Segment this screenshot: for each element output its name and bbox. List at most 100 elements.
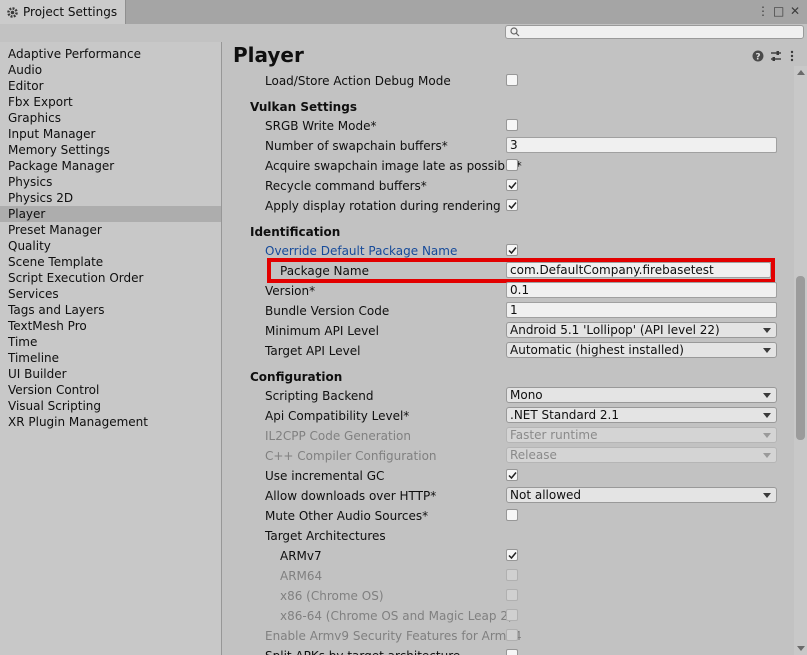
- sidebar-item-audio[interactable]: Audio: [0, 62, 221, 78]
- apply-display-rotation-checkbox[interactable]: [506, 199, 518, 211]
- gear-icon: [7, 6, 18, 18]
- title-bar: Project Settings ⋮ □ ✕: [0, 0, 807, 24]
- sidebar-item-preset-manager[interactable]: Preset Manager: [0, 222, 221, 238]
- sidebar-item-physics[interactable]: Physics: [0, 174, 221, 190]
- package-name-highlight-box: [267, 258, 775, 283]
- help-icon[interactable]: ?: [752, 50, 764, 62]
- armv7-checkbox[interactable]: [506, 549, 518, 561]
- sidebar-item-timeline[interactable]: Timeline: [0, 350, 221, 366]
- x86-chrome-os-label: x86 (Chrome OS): [280, 589, 384, 603]
- sidebar-item-player[interactable]: Player: [0, 206, 221, 222]
- api-compatibility-level-value: .NET Standard 2.1: [510, 408, 620, 422]
- clipped-row-label: [265, 60, 385, 66]
- settings-search-input[interactable]: [505, 25, 804, 39]
- cpp-compiler-configuration-dropdown: Release: [506, 447, 777, 463]
- sidebar-item-input-manager[interactable]: Input Manager: [0, 126, 221, 142]
- search-icon: [510, 27, 520, 37]
- srgb-write-mode-checkbox[interactable]: [506, 119, 518, 131]
- vertical-scrollbar[interactable]: [794, 66, 807, 655]
- sidebar-item-quality[interactable]: Quality: [0, 238, 221, 254]
- sidebar-item-package-manager[interactable]: Package Manager: [0, 158, 221, 174]
- sidebar-item-services[interactable]: Services: [0, 286, 221, 302]
- chevron-down-icon: [763, 413, 771, 418]
- sidebar-item-physics-2d[interactable]: Physics 2D: [0, 190, 221, 206]
- mute-audio-label: Mute Other Audio Sources*: [265, 509, 429, 523]
- close-icon[interactable]: ✕: [790, 3, 800, 19]
- checkmark-icon: [508, 247, 517, 255]
- minimum-api-level-value: Android 5.1 'Lollipop' (API level 22): [510, 323, 720, 337]
- x86-64-checkbox: [506, 609, 518, 621]
- override-package-name-checkbox[interactable]: [506, 244, 518, 256]
- sidebar-item-tags-and-layers[interactable]: Tags and Layers: [0, 302, 221, 318]
- cpp-compiler-configuration-label: C++ Compiler Configuration: [265, 449, 437, 463]
- split-apks-checkbox[interactable]: [506, 649, 518, 655]
- bundle-version-code-label: Bundle Version Code: [265, 304, 390, 318]
- version-field[interactable]: 0.1: [506, 282, 777, 298]
- x86-chrome-os-checkbox: [506, 589, 518, 601]
- scripting-backend-dropdown[interactable]: Mono: [506, 387, 777, 403]
- settings-sidebar: Adaptive Performance Audio Editor Fbx Ex…: [0, 42, 222, 655]
- target-api-level-value: Automatic (highest installed): [510, 343, 684, 357]
- scrollbar-thumb[interactable]: [796, 276, 805, 440]
- maximize-icon[interactable]: □: [773, 3, 784, 19]
- armv9-security-checkbox: [506, 629, 518, 641]
- target-architectures-label: Target Architectures: [265, 529, 386, 543]
- swapchain-buffers-field[interactable]: 3: [506, 137, 777, 153]
- incremental-gc-checkbox[interactable]: [506, 469, 518, 481]
- armv9-security-label: Enable Armv9 Security Features for Arm64: [265, 629, 522, 643]
- more-icon[interactable]: [786, 50, 798, 62]
- api-compatibility-level-dropdown[interactable]: .NET Standard 2.1: [506, 407, 777, 423]
- minimum-api-level-dropdown[interactable]: Android 5.1 'Lollipop' (API level 22): [506, 322, 777, 338]
- target-api-level-dropdown[interactable]: Automatic (highest installed): [506, 342, 777, 358]
- sidebar-item-editor[interactable]: Editor: [0, 78, 221, 94]
- sidebar-item-ui-builder[interactable]: UI Builder: [0, 366, 221, 382]
- version-label: Version*: [265, 284, 316, 298]
- recycle-command-buffers-checkbox[interactable]: [506, 179, 518, 191]
- preset-icon[interactable]: [770, 50, 782, 62]
- load-store-debug-checkbox[interactable]: [506, 74, 518, 86]
- scripting-backend-label: Scripting Backend: [265, 389, 374, 403]
- player-settings-panel: Player ? Load/Store Action Debug Mode Vu…: [223, 42, 807, 655]
- srgb-write-mode-label: SRGB Write Mode*: [265, 119, 377, 133]
- minimum-api-level-label: Minimum API Level: [265, 324, 379, 338]
- sidebar-item-memory-settings[interactable]: Memory Settings: [0, 142, 221, 158]
- sidebar-item-time[interactable]: Time: [0, 334, 221, 350]
- sidebar-item-scene-template[interactable]: Scene Template: [0, 254, 221, 270]
- cpp-compiler-configuration-value: Release: [510, 448, 557, 462]
- chevron-down-icon: [763, 453, 771, 458]
- split-apks-label: Split APKs by target architecture: [265, 648, 460, 655]
- scroll-up-icon[interactable]: [797, 70, 805, 75]
- sidebar-item-script-execution-order[interactable]: Script Execution Order: [0, 270, 221, 286]
- checkmark-icon: [508, 472, 517, 480]
- sidebar-item-xr-plugin-management[interactable]: XR Plugin Management: [0, 414, 221, 430]
- sidebar-item-graphics[interactable]: Graphics: [0, 110, 221, 126]
- armv7-label: ARMv7: [280, 549, 322, 563]
- mute-audio-checkbox[interactable]: [506, 509, 518, 521]
- bundle-version-code-field[interactable]: 1: [506, 302, 777, 318]
- checkmark-icon: [508, 182, 517, 190]
- load-store-debug-label: Load/Store Action Debug Mode: [265, 74, 451, 88]
- x86-64-label: x86-64 (Chrome OS and Magic Leap 2): [280, 609, 513, 623]
- more-menu-icon[interactable]: ⋮: [757, 3, 769, 19]
- svg-text:?: ?: [755, 53, 760, 63]
- sidebar-item-visual-scripting[interactable]: Visual Scripting: [0, 398, 221, 414]
- sidebar-item-fbx-export[interactable]: Fbx Export: [0, 94, 221, 110]
- scroll-down-icon[interactable]: [797, 646, 805, 651]
- chevron-down-icon: [763, 433, 771, 438]
- sidebar-item-adaptive-performance[interactable]: Adaptive Performance: [0, 46, 221, 62]
- checkmark-icon: [508, 552, 517, 560]
- vulkan-settings-header: Vulkan Settings: [250, 100, 357, 114]
- arm64-label: ARM64: [280, 569, 323, 583]
- tab-title: Project Settings: [23, 5, 118, 19]
- allow-http-dropdown[interactable]: Not allowed: [506, 487, 777, 503]
- chevron-down-icon: [763, 393, 771, 398]
- sidebar-item-version-control[interactable]: Version Control: [0, 382, 221, 398]
- api-compatibility-level-label: Api Compatibility Level*: [265, 409, 410, 423]
- il2cpp-code-generation-label: IL2CPP Code Generation: [265, 429, 412, 443]
- acquire-swapchain-late-checkbox[interactable]: [506, 159, 518, 171]
- project-settings-tab[interactable]: Project Settings: [0, 0, 126, 24]
- sidebar-item-textmesh-pro[interactable]: TextMesh Pro: [0, 318, 221, 334]
- il2cpp-code-generation-dropdown: Faster runtime: [506, 427, 777, 443]
- swapchain-buffers-label: Number of swapchain buffers*: [265, 139, 448, 153]
- chevron-down-icon: [763, 328, 771, 333]
